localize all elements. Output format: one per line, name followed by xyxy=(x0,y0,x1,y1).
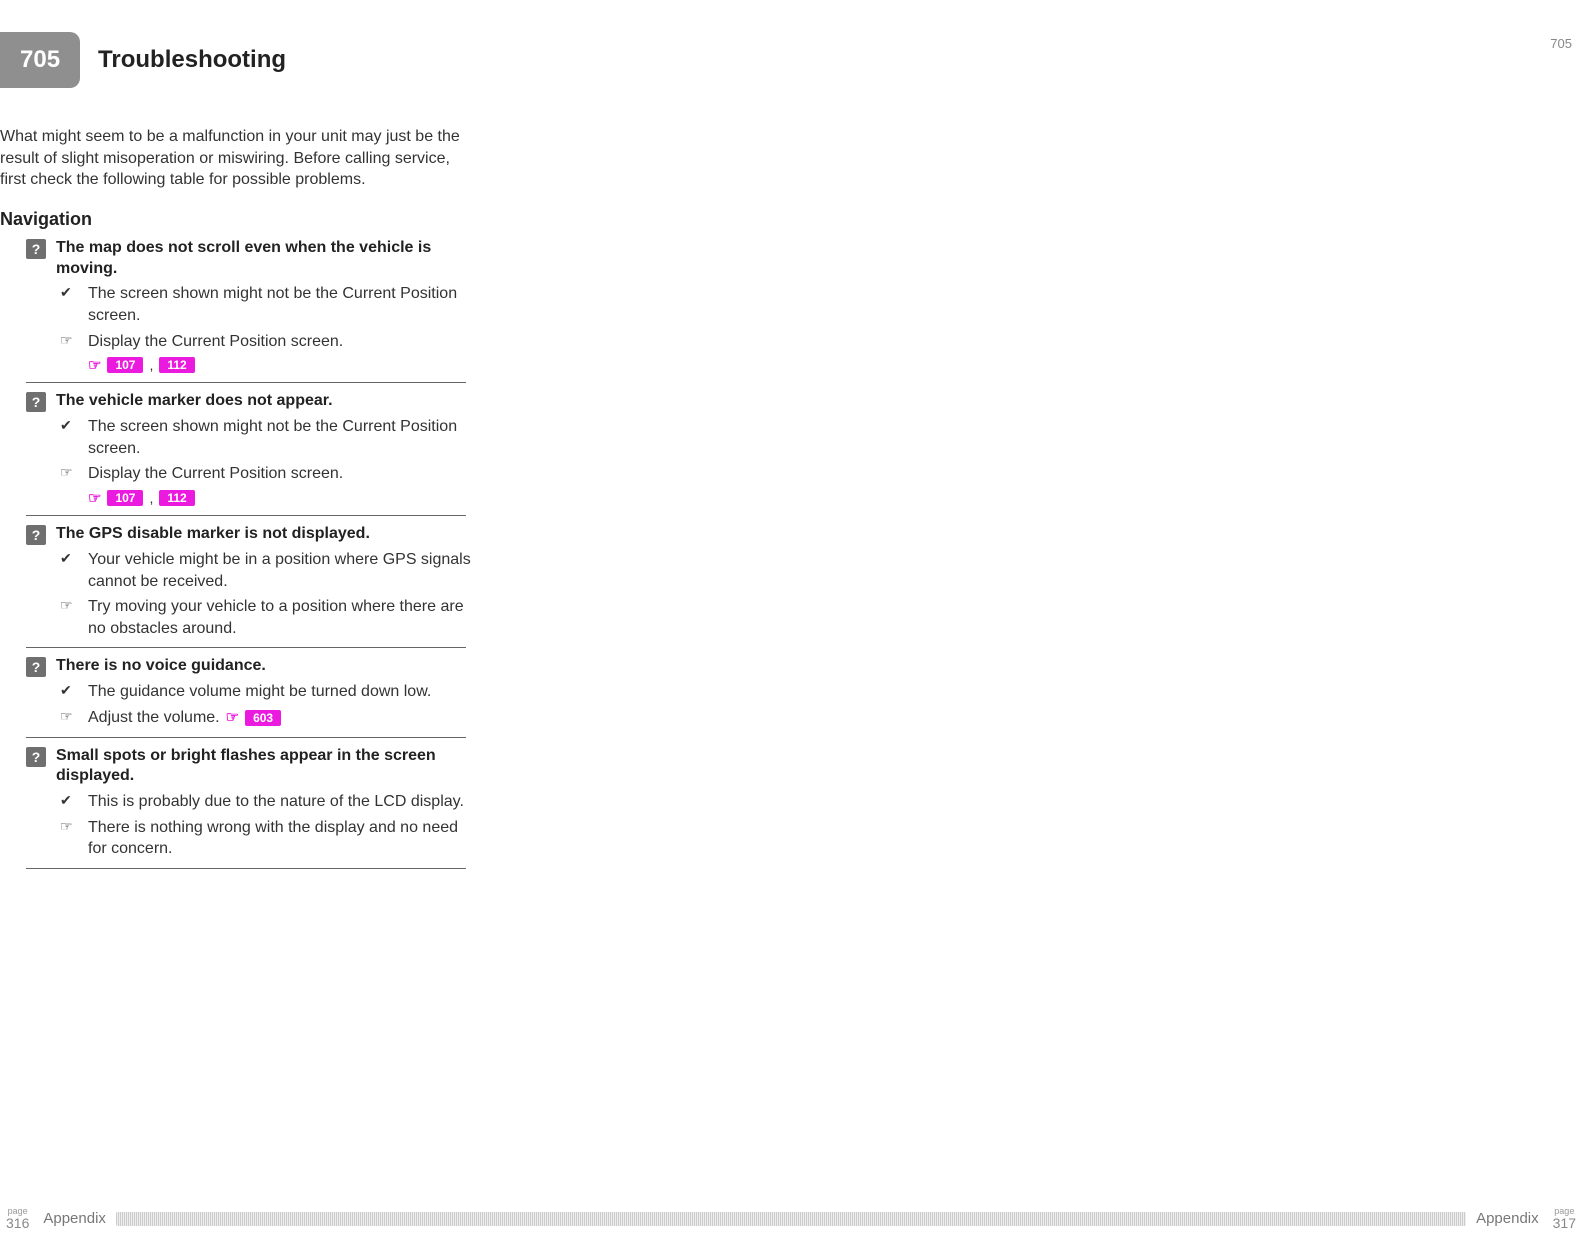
question-icon: ? xyxy=(26,392,46,412)
see-icon: ☞ xyxy=(88,356,101,374)
page-ref: 112 xyxy=(159,357,194,373)
ref-separator: , xyxy=(149,357,153,373)
qa-item: ? Small spots or bright flashes appear i… xyxy=(0,746,480,860)
page-number-right: 317 xyxy=(1553,1216,1576,1230)
separator xyxy=(26,647,466,648)
question-title: The vehicle marker does not appear. xyxy=(56,391,333,412)
question-icon: ? xyxy=(26,747,46,767)
pointer-icon: ☞ xyxy=(60,596,76,616)
cause-text: Your vehicle might be in a position wher… xyxy=(88,549,480,592)
page-ref: 603 xyxy=(245,710,281,726)
cause-text: The guidance volume might be turned down… xyxy=(88,681,431,703)
reference-line: ☞ 107 , 112 xyxy=(88,489,195,507)
check-icon: ✔ xyxy=(60,681,76,701)
action-text: Adjust the volume. ☞ 603 xyxy=(88,707,281,729)
check-icon: ✔ xyxy=(60,791,76,811)
footer-left: page 316 Appendix xyxy=(0,1207,106,1230)
qa-item: ? The map does not scroll even when the … xyxy=(0,238,480,374)
footer-section-left: Appendix xyxy=(43,1210,106,1227)
question-title: Small spots or bright flashes appear in … xyxy=(56,746,480,788)
action-label: Adjust the volume. xyxy=(88,707,220,729)
qa-item: ? The vehicle marker does not appear. ✔ … xyxy=(0,391,480,507)
section-number-tab: 705 xyxy=(0,32,80,88)
section-heading: Navigation xyxy=(0,209,480,230)
title-bar: 705 Troubleshooting xyxy=(0,32,1582,88)
see-icon: ☞ xyxy=(226,708,239,728)
cause-text: The screen shown might not be the Curren… xyxy=(88,283,480,326)
content-column: What might seem to be a malfunction in y… xyxy=(0,126,480,869)
reference-line: ☞ 107 , 112 xyxy=(88,356,195,374)
page-ref: 112 xyxy=(159,490,194,506)
check-icon: ✔ xyxy=(60,549,76,569)
separator xyxy=(26,515,466,516)
footer-right: Appendix page 317 xyxy=(1476,1207,1582,1230)
question-title: There is no voice guidance. xyxy=(56,656,266,677)
page-label: page xyxy=(8,1207,28,1216)
action-text: Display the Current Position screen. xyxy=(88,463,343,485)
intro-paragraph: What might seem to be a malfunction in y… xyxy=(0,126,480,191)
qa-item: ? There is no voice guidance. ✔ The guid… xyxy=(0,656,480,728)
question-title: The GPS disable marker is not displayed. xyxy=(56,524,370,545)
action-text: Display the Current Position screen. xyxy=(88,331,343,353)
action-text: There is nothing wrong with the display … xyxy=(88,817,480,860)
pointer-icon: ☞ xyxy=(60,331,76,351)
page-ref: 107 xyxy=(107,357,143,373)
separator xyxy=(26,868,466,869)
separator xyxy=(26,737,466,738)
footer-section-right: Appendix xyxy=(1476,1210,1539,1227)
footer: page 316 Appendix Appendix page 317 xyxy=(0,1207,1582,1230)
question-icon: ? xyxy=(26,657,46,677)
question-icon: ? xyxy=(26,239,46,259)
check-icon: ✔ xyxy=(60,416,76,436)
cause-text: The screen shown might not be the Curren… xyxy=(88,416,480,459)
qa-item: ? The GPS disable marker is not displaye… xyxy=(0,524,480,639)
action-text: Try moving your vehicle to a position wh… xyxy=(88,596,480,639)
question-title: The map does not scroll even when the ve… xyxy=(56,238,480,280)
pointer-icon: ☞ xyxy=(60,463,76,483)
ref-separator: , xyxy=(149,490,153,506)
pointer-icon: ☞ xyxy=(60,707,76,727)
page-number-left: 316 xyxy=(6,1216,29,1230)
page-label: page xyxy=(1554,1207,1574,1216)
page-corner-number: 705 xyxy=(1550,36,1572,51)
check-icon: ✔ xyxy=(60,283,76,303)
page-ref: 107 xyxy=(107,490,143,506)
see-icon: ☞ xyxy=(88,489,101,507)
cause-text: This is probably due to the nature of th… xyxy=(88,791,464,813)
question-icon: ? xyxy=(26,525,46,545)
footer-bar xyxy=(116,1212,1466,1226)
pointer-icon: ☞ xyxy=(60,817,76,837)
page-title: Troubleshooting xyxy=(98,46,286,74)
separator xyxy=(26,382,466,383)
